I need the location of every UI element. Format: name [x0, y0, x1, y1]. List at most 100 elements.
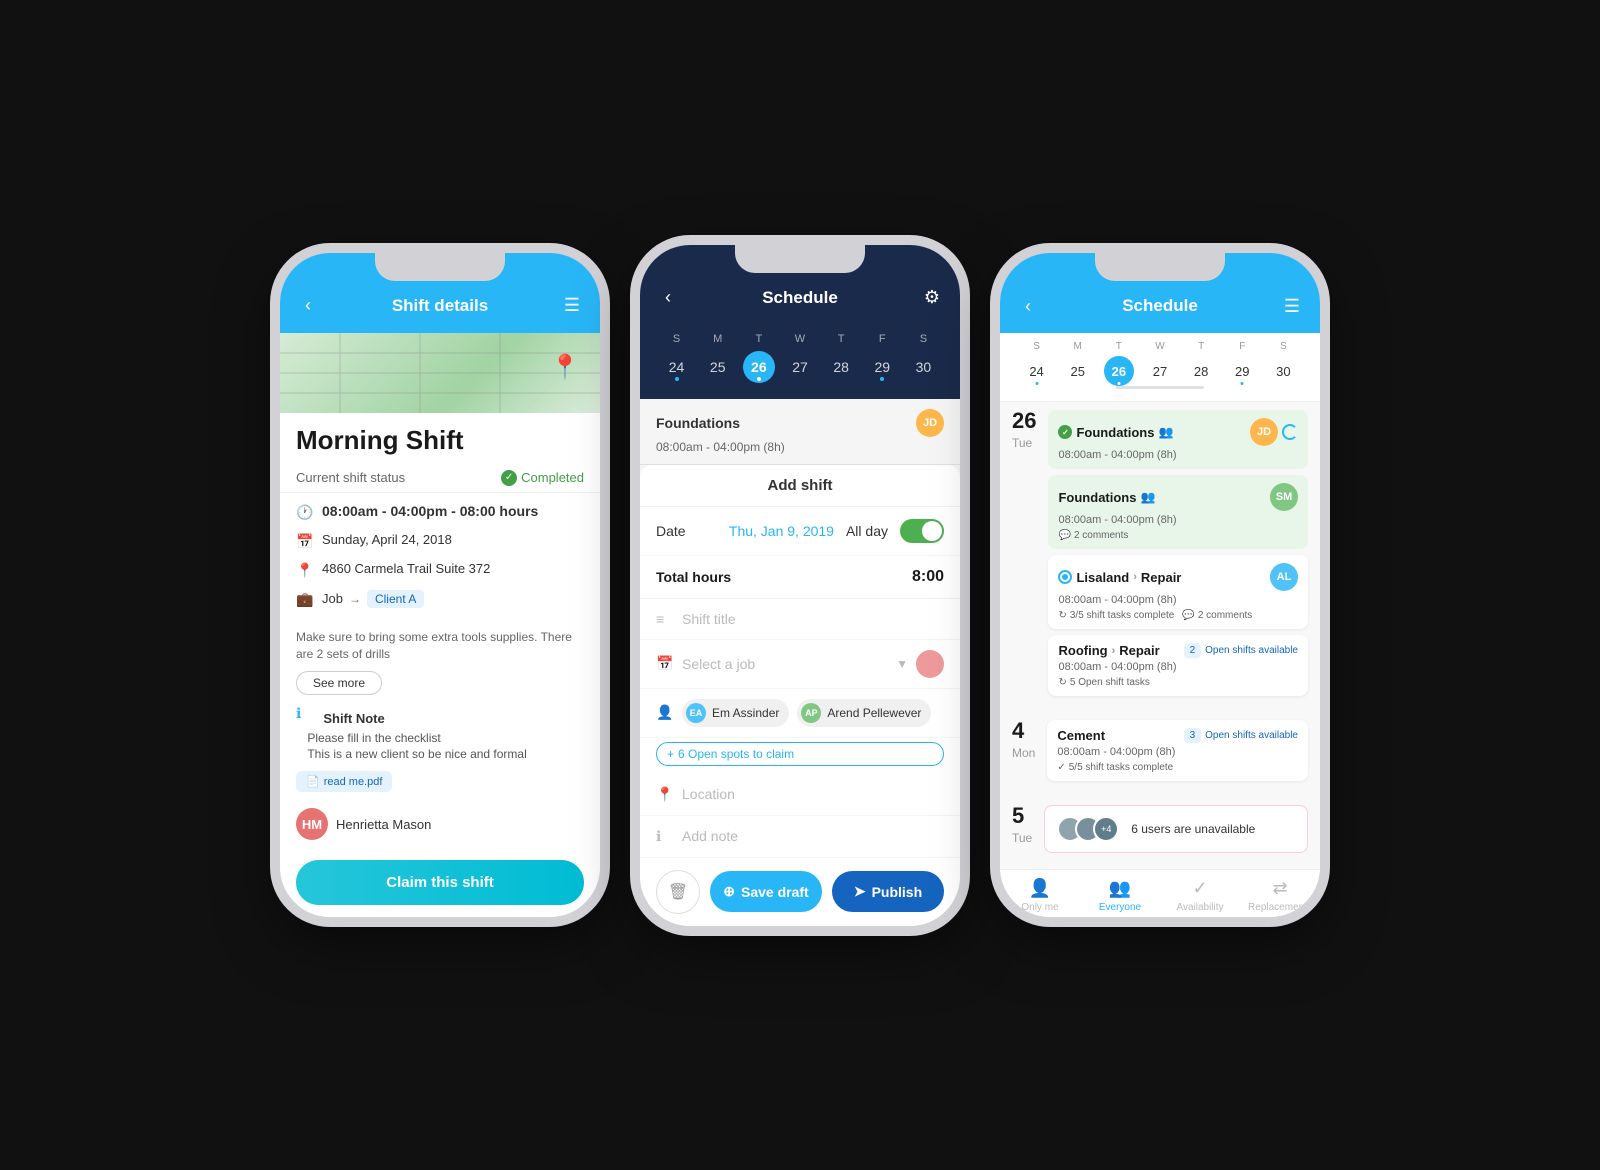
shift-card-roofing[interactable]: Roofing › Repair 2 Open shifts available… — [1048, 635, 1308, 696]
publish-button[interactable]: ➤ Publish — [832, 871, 944, 912]
shift-card-foundations-1[interactable]: ✓ Foundations 👥 JD 08:00am - 04:00pm (8h… — [1048, 410, 1308, 469]
cal-date-27[interactable]: 27 — [784, 351, 816, 383]
note-line1: Please fill in the checklist — [307, 730, 526, 747]
shift-card-lisaland[interactable]: Lisaland › Repair AL 08:00am - 04:00pm (… — [1048, 555, 1308, 629]
phone2-title: Schedule — [680, 288, 920, 308]
shift-title-foundations-2: Foundations — [1058, 490, 1136, 505]
people-icon-2: 👥 — [1140, 490, 1155, 504]
pdf-attachment[interactable]: 📄 read me.pdf — [296, 771, 392, 792]
p3-cal-29[interactable]: 29 — [1227, 356, 1257, 386]
gear-button-2[interactable]: ⚙ — [920, 286, 944, 310]
pdf-filename: read me.pdf — [324, 776, 383, 788]
phone-add-shift: ‹ Schedule ⚙ S M T W T F S 24 25 26 27 2… — [640, 245, 960, 926]
cal-date-29[interactable]: 29 — [866, 351, 898, 383]
cal-date-24[interactable]: 24 — [661, 351, 693, 383]
info-icon: ℹ — [296, 705, 301, 722]
shift-avatar-3: AL — [1270, 563, 1298, 591]
publish-icon: ➤ — [854, 883, 866, 900]
publish-label: Publish — [872, 884, 923, 900]
existing-shift-avatar: JD — [916, 409, 944, 437]
add-note-input[interactable]: Add note — [682, 828, 944, 844]
allday-toggle[interactable] — [900, 519, 944, 543]
briefcase-icon: 💼 — [296, 591, 314, 609]
nav-only-me[interactable]: 👤 Only me — [1000, 878, 1080, 913]
p3-cal-28[interactable]: 28 — [1186, 356, 1216, 386]
see-more-button[interactable]: See more — [296, 671, 382, 695]
day-name-5: Tue — [1012, 831, 1032, 845]
job-value-row: Job → Client A — [322, 590, 424, 608]
day-t2: T — [825, 333, 857, 345]
cal-days-row: S M T W T F S — [656, 333, 944, 345]
radio-icon-1 — [1058, 570, 1072, 584]
date-value[interactable]: Thu, Jan 9, 2019 — [729, 523, 834, 539]
open-spots-chip[interactable]: + 6 Open spots to claim — [656, 742, 944, 766]
shift-sub-repair-2: Repair — [1119, 643, 1159, 658]
assignee-name-1: Em Assinder — [712, 706, 779, 720]
shift-time-foundations-1: 08:00am - 04:00pm (8h) — [1058, 449, 1298, 461]
address-row: 📍 4860 Carmela Trail Suite 372 — [296, 561, 584, 580]
p3-cal-26[interactable]: 26 — [1104, 356, 1134, 386]
shift-note-section: ℹ Shift Note Please fill in the checklis… — [280, 703, 600, 764]
back-button-3[interactable]: ‹ — [1016, 294, 1040, 318]
chevron-down-icon: ▼ — [896, 657, 908, 671]
shift-time-roofing: 08:00am - 04:00pm (8h) — [1058, 661, 1298, 673]
shift-map: 📍 — [280, 333, 600, 413]
day-section-5: 5 Tue +4 6 users are unavailable — [1000, 797, 1320, 869]
nav-replacements[interactable]: ⇄ Replacements — [1240, 878, 1320, 913]
allday-label: All day — [846, 523, 888, 539]
shift-card-foundations-2[interactable]: Foundations 👥 SM 08:00am - 04:00pm (8h) … — [1048, 475, 1308, 549]
job-icon: 📅 — [656, 655, 674, 672]
cal-date-30[interactable]: 30 — [907, 351, 939, 383]
tasks-chip-3: ✓ 5/5 shift tasks complete — [1057, 762, 1173, 773]
cal-strip-white: S M T W T F S 24 25 26 27 28 29 30 — [1000, 333, 1320, 402]
p3-cal-27[interactable]: 27 — [1145, 356, 1175, 386]
assignee-avatar-1: EA — [686, 703, 706, 723]
add-shift-panel: Add shift Date Thu, Jan 9, 2019 All day … — [640, 465, 960, 926]
shift-time-lisaland: 08:00am - 04:00pm (8h) — [1058, 594, 1298, 606]
phone1-title: Shift details — [320, 296, 560, 316]
check-icon-1: ✓ — [1058, 425, 1072, 439]
total-hours-label: Total hours — [656, 569, 731, 585]
note-preview: Make sure to bring some extra tools supp… — [280, 629, 600, 663]
schedule-content: 26 Tue ✓ Foundations 👥 — [1000, 402, 1320, 869]
phone-notch-1 — [375, 253, 505, 281]
shift-title-input[interactable]: Shift title — [682, 611, 944, 627]
menu-button-3[interactable]: ☰ — [1280, 294, 1304, 318]
select-job-row[interactable]: 📅 Select a job ▼ — [640, 640, 960, 689]
cal-date-25[interactable]: 25 — [702, 351, 734, 383]
select-job-placeholder: Select a job — [682, 656, 896, 672]
job-row: 💼 Job → Client A — [296, 590, 584, 609]
shift-card-cement[interactable]: Cement 3 Open shifts available 08:00am -… — [1047, 720, 1308, 781]
pdf-icon: 📄 — [306, 775, 320, 788]
save-draft-label: Save draft — [741, 884, 809, 900]
address-info: 4860 Carmela Trail Suite 372 — [322, 561, 490, 576]
nav-availability[interactable]: ✓ Availability — [1160, 878, 1240, 913]
shift-info-rows: 🕐 08:00am - 04:00pm - 08:00 hours 📅 Sund… — [280, 493, 600, 629]
total-hours-row: Total hours 8:00 — [640, 556, 960, 599]
phone-schedule: ‹ Schedule ☰ S M T W T F S 24 25 26 27 2… — [1000, 253, 1320, 917]
save-draft-button[interactable]: ⊕ Save draft — [710, 871, 822, 912]
cal-date-28[interactable]: 28 — [825, 351, 857, 383]
p3-cal-30[interactable]: 30 — [1268, 356, 1298, 386]
add-shift-title: Add shift — [640, 465, 960, 507]
back-button-1[interactable]: ‹ — [296, 294, 320, 318]
nav-everyone[interactable]: 👥 Everyone — [1080, 878, 1160, 913]
shift-note-title: Shift Note — [307, 703, 526, 730]
day-w: W — [784, 333, 816, 345]
cal-date-26[interactable]: 26 — [743, 351, 775, 383]
p3-cal-25[interactable]: 25 — [1063, 356, 1093, 386]
back-button-2[interactable]: ‹ — [656, 286, 680, 310]
assignee-chip-1: EA Em Assinder — [682, 699, 789, 727]
claim-shift-button[interactable]: Claim this shift — [296, 860, 584, 905]
day-section-26: 26 Tue ✓ Foundations 👥 — [1000, 402, 1320, 712]
delete-button[interactable]: 🗑 — [656, 870, 700, 914]
p3-cal-24[interactable]: 24 — [1022, 356, 1052, 386]
phone3-title: Schedule — [1040, 296, 1280, 316]
replacements-icon: ⇄ — [1272, 878, 1287, 899]
open-shifts-badge-1: 2 — [1184, 643, 1202, 658]
only-me-label: Only me — [1021, 902, 1058, 913]
menu-button-1[interactable]: ☰ — [560, 294, 584, 318]
shift-status-value: ✓ Completed — [501, 470, 584, 486]
unavail-avatars: +4 — [1057, 816, 1123, 842]
location-input[interactable]: Location — [682, 786, 944, 802]
